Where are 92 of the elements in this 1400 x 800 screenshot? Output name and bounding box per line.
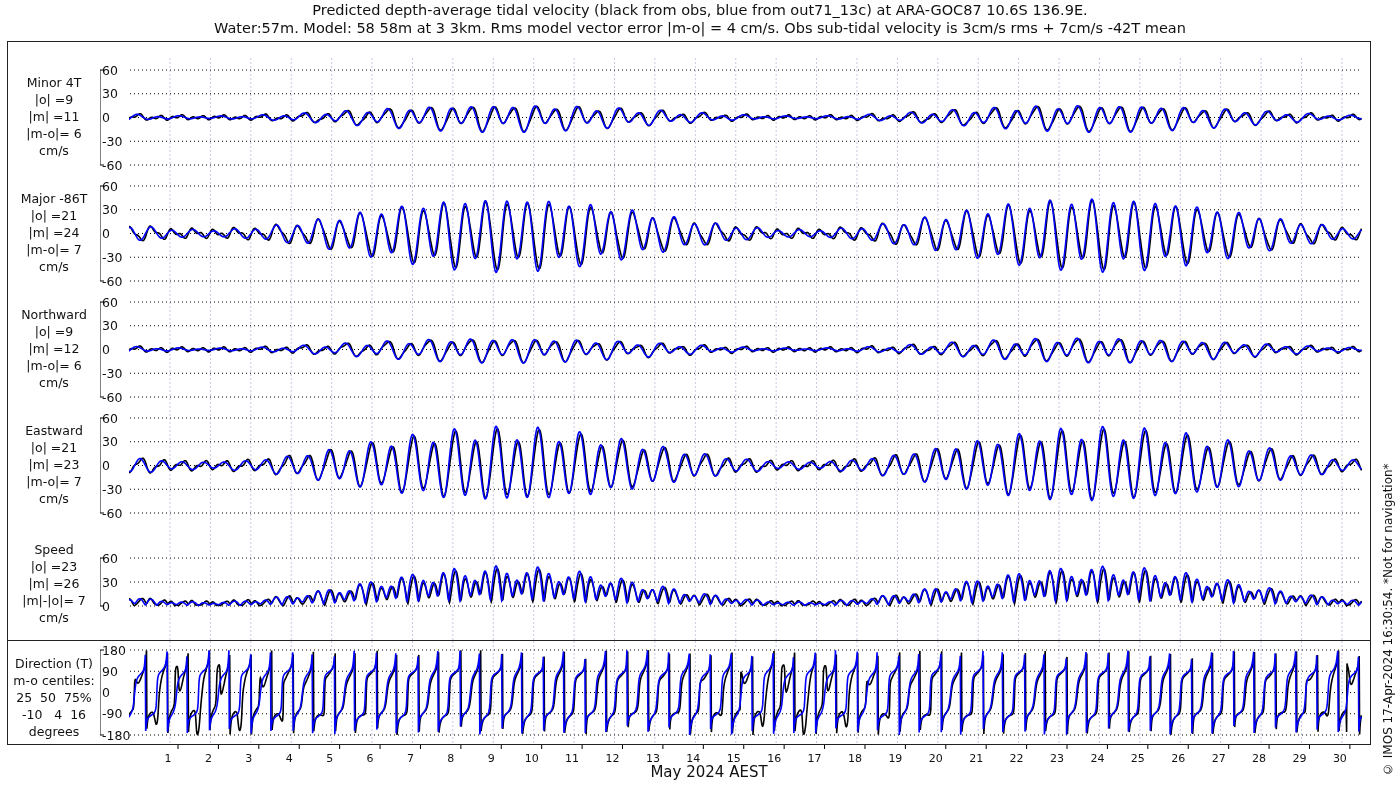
x-tick-label: 26 (1171, 752, 1186, 765)
stat-label: cm/s (39, 373, 69, 391)
x-tick-label: 21 (969, 752, 984, 765)
x-tick-label: 22 (1009, 752, 1024, 765)
stat-label: |o| =23 (30, 557, 78, 575)
y-tick-label: -180 (102, 727, 131, 743)
y-tick-label: -60 (102, 157, 123, 173)
y-tick-label: 60 (102, 294, 118, 310)
x-tick-label: 23 (1050, 752, 1064, 765)
x-tick-label: 5 (326, 752, 334, 765)
x-tick-label: 12 (605, 752, 620, 765)
y-tick-label: 0 (102, 110, 110, 125)
stat-label: Direction (T) (15, 655, 93, 672)
y-tick-label: -30 (102, 133, 123, 149)
stat-label: Major -86T (20, 189, 88, 207)
stat-label: |o| =9 (34, 90, 74, 108)
y-tick-label: -30 (102, 365, 123, 381)
y-tick-label: 60 (102, 550, 118, 566)
stat-label: cm/s (39, 257, 69, 275)
y-tick-label: 30 (102, 86, 118, 102)
y-tick-label: 0 (102, 598, 110, 614)
y-tick-label: 180 (102, 642, 126, 658)
chart-title-line: Predicted depth-average tidal velocity (black from obs, blue from out71_13c) at ARA-GOC87 10.6S 136.9E. (312, 1, 1088, 19)
stat-label: |m| =12 (28, 339, 80, 357)
x-tick-label: 19 (888, 752, 903, 765)
x-tick-label: 17 (807, 752, 822, 765)
x-tick-label: 25 (1130, 752, 1145, 765)
x-tick-label: 11 (565, 752, 580, 765)
y-tick-label: -30 (102, 249, 123, 265)
x-tick-label: 30 (1332, 752, 1347, 765)
x-tick-label: 24 (1090, 752, 1105, 765)
x-tick-label: 13 (645, 752, 660, 765)
stat-label: |m-o|= 6 (26, 124, 82, 142)
stat-label: Northward (21, 305, 87, 323)
chart-title-line: Water:57m. Model: 58 58m at 3 3km. Rms model vector error |m-o| = 4 cm/s. Obs sub-tidal velocity is 3cm/s rms + 7cm/s -42T mean (214, 19, 1186, 37)
stat-label: |o| =21 (30, 438, 78, 456)
stat-label: cm/s (39, 489, 69, 507)
x-tick-label: 27 (1211, 752, 1226, 765)
y-tick-label: 30 (102, 318, 118, 334)
y-tick-label: 60 (102, 178, 118, 194)
stat-label: |m-o|= 6 (26, 356, 82, 374)
stat-label: Eastward (25, 421, 83, 439)
stat-label: 25 50 75% (16, 689, 92, 706)
y-tick-label: 90 (102, 663, 118, 679)
y-tick-label: 0 (102, 342, 110, 357)
stat-label: |o| =21 (30, 206, 78, 224)
stat-label: |o| =9 (34, 322, 74, 340)
x-tick-label: 28 (1252, 752, 1267, 765)
y-tick-label: 30 (102, 202, 118, 218)
stat-label: |m| =26 (28, 574, 80, 592)
y-tick-label: -60 (102, 389, 123, 405)
stat-label: Speed (34, 540, 74, 558)
x-tick-label: 2 (204, 752, 212, 765)
stat-label: |m| =23 (28, 455, 80, 473)
x-tick-label: 6 (366, 752, 374, 765)
x-tick-label: 9 (487, 752, 495, 765)
x-tick-label: 8 (447, 752, 455, 765)
x-tick-label: 16 (767, 752, 782, 765)
x-tick-label: 3 (245, 752, 253, 765)
stat-label: cm/s (39, 141, 69, 159)
stat-label: |m|-|o|= 7 (22, 591, 86, 609)
credit-text: © IMOS 17-Apr-2024 16:30:54. *Not for navigation* (1381, 462, 1395, 776)
stat-label: |m| =24 (28, 223, 80, 241)
y-tick-label: -60 (102, 505, 123, 521)
y-tick-label: 60 (102, 410, 118, 426)
stat-label: -10 4 16 (21, 706, 87, 723)
y-tick-label: 30 (102, 434, 118, 450)
y-tick-label: 60 (102, 62, 118, 78)
y-tick-label: 0 (102, 458, 110, 473)
y-tick-label: 30 (102, 574, 118, 590)
stat-label: |m| =11 (28, 107, 80, 125)
x-tick-label: 14 (686, 752, 701, 765)
x-axis-label: May 2024 AEST (650, 763, 768, 781)
x-tick-label: 1 (164, 752, 172, 765)
y-tick-label: -60 (102, 273, 123, 289)
stat-label: degrees (28, 723, 80, 740)
x-tick-label: 15 (726, 752, 741, 765)
stat-label: cm/s (39, 608, 69, 626)
x-tick-label: 18 (847, 752, 862, 765)
x-tick-label: 10 (524, 752, 539, 765)
y-tick-label: -90 (102, 706, 123, 722)
x-tick-label: 4 (285, 752, 293, 765)
x-tick-label: 20 (928, 752, 943, 765)
stat-label: |m-o|= 7 (26, 240, 82, 258)
stat-label: m-o centiles: (13, 672, 95, 689)
stat-label: |m-o|= 7 (26, 472, 82, 490)
y-tick-label: 0 (102, 685, 110, 700)
x-tick-label: 7 (406, 752, 414, 765)
y-tick-label: 0 (102, 226, 110, 241)
x-tick-label: 29 (1292, 752, 1307, 765)
y-tick-label: -30 (102, 481, 123, 497)
stat-label: Minor 4T (26, 73, 82, 91)
